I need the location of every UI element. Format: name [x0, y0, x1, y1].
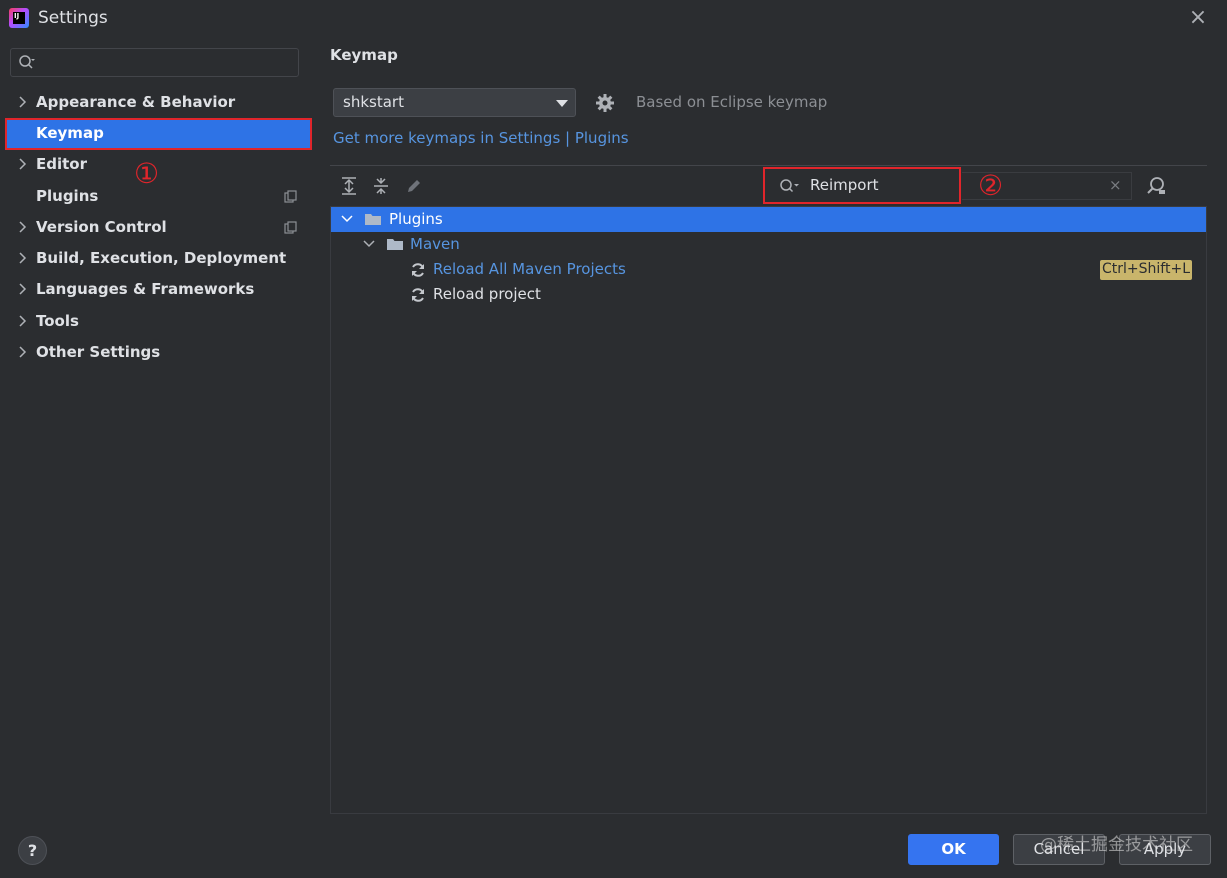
- page-title: Keymap: [330, 46, 398, 64]
- chevron-right-icon: [19, 283, 27, 295]
- ok-button[interactable]: OK: [908, 834, 999, 865]
- search-icon: [780, 179, 799, 193]
- watermark: @稀土掘金技术社区: [1040, 835, 1193, 855]
- based-on-text: Based on Eclipse keymap: [636, 93, 828, 111]
- keymap-tree[interactable]: Plugins Maven Reload All Maven Projects …: [330, 206, 1207, 814]
- keymap-select-value: shkstart: [343, 93, 404, 111]
- tree-node-label: Reload project: [433, 285, 541, 303]
- sidebar-item-other-settings[interactable]: Other Settings: [0, 338, 314, 368]
- sidebar-item-label: Editor: [36, 155, 87, 173]
- refresh-icon: [412, 288, 424, 302]
- window-title: Settings: [38, 8, 108, 28]
- keymap-select[interactable]: shkstart: [333, 88, 576, 117]
- sidebar-item-keymap[interactable]: Keymap: [5, 118, 312, 150]
- search-icon: [19, 55, 35, 69]
- sidebar-item-plugins[interactable]: Plugins: [0, 182, 314, 212]
- sidebar-item-label: Build, Execution, Deployment: [36, 249, 287, 267]
- folder-icon: [365, 214, 381, 225]
- collapse-all-icon[interactable]: [371, 176, 391, 196]
- tree-row-maven[interactable]: Maven: [331, 232, 1206, 257]
- chevron-right-icon: [19, 221, 27, 233]
- app-icon-text: IJ: [13, 12, 25, 24]
- sidebar-item-label: Languages & Frameworks: [36, 280, 255, 298]
- chevron-down-icon[interactable]: [340, 212, 354, 226]
- settings-search-input[interactable]: [10, 48, 299, 77]
- project-settings-icon: [284, 221, 297, 234]
- sidebar-item-tools[interactable]: Tools: [0, 307, 314, 337]
- shortcut-badge: Ctrl+Shift+L: [1100, 260, 1192, 280]
- sidebar-item-languages-frameworks[interactable]: Languages & Frameworks: [0, 275, 314, 305]
- chevron-right-icon: [19, 158, 27, 170]
- sidebar-item-label: Tools: [36, 312, 79, 330]
- help-button[interactable]: ?: [18, 836, 47, 865]
- clear-icon[interactable]: ×: [1109, 176, 1122, 194]
- find-by-shortcut-icon[interactable]: [1145, 175, 1167, 197]
- project-settings-icon: [284, 190, 297, 203]
- sidebar-item-label: Keymap: [36, 124, 104, 142]
- folder-icon: [387, 239, 403, 250]
- sidebar-item-label: Appearance & Behavior: [36, 93, 236, 111]
- get-more-keymaps-link[interactable]: Get more keymaps in Settings | Plugins: [333, 129, 629, 147]
- chevron-right-icon: [19, 252, 27, 264]
- chevron-right-icon: [19, 346, 27, 358]
- dropdown-arrow-icon: [556, 100, 568, 107]
- tree-node-label: Maven: [410, 235, 460, 253]
- chevron-right-icon: [19, 315, 27, 327]
- tree-row-plugins[interactable]: Plugins: [331, 207, 1206, 232]
- tree-row-reload-project[interactable]: Reload project: [331, 282, 1206, 307]
- sidebar-item-build-execution-deployment[interactable]: Build, Execution, Deployment: [0, 244, 314, 274]
- intellij-app-icon: IJ: [9, 8, 29, 28]
- tree-row-reload-all-maven-projects[interactable]: Reload All Maven Projects Ctrl+Shift+L: [331, 257, 1206, 282]
- tree-node-label: Plugins: [389, 210, 443, 228]
- sidebar-item-appearance-behavior[interactable]: Appearance & Behavior: [0, 88, 314, 118]
- edit-pencil-icon[interactable]: [404, 176, 424, 196]
- keymap-filter-input[interactable]: Reimport: [763, 167, 961, 204]
- tree-node-label: Reload All Maven Projects: [433, 260, 626, 278]
- divider: [330, 165, 1207, 166]
- close-icon[interactable]: ×: [1188, 7, 1208, 29]
- sidebar-item-label: Other Settings: [36, 343, 161, 361]
- sidebar-item-version-control[interactable]: Version Control: [0, 213, 314, 243]
- expand-all-icon[interactable]: [339, 176, 359, 196]
- filter-field-extension: [962, 172, 1132, 200]
- refresh-icon: [412, 263, 424, 277]
- filter-value: Reimport: [810, 176, 879, 194]
- gear-icon[interactable]: [595, 93, 615, 113]
- chevron-down-icon[interactable]: [362, 237, 376, 251]
- title-bar: IJ Settings ×: [0, 0, 1227, 38]
- chevron-right-icon: [19, 96, 27, 108]
- sidebar-item-label: Version Control: [36, 218, 167, 236]
- sidebar-item-label: Plugins: [36, 187, 99, 205]
- sidebar-item-editor[interactable]: Editor: [0, 150, 314, 180]
